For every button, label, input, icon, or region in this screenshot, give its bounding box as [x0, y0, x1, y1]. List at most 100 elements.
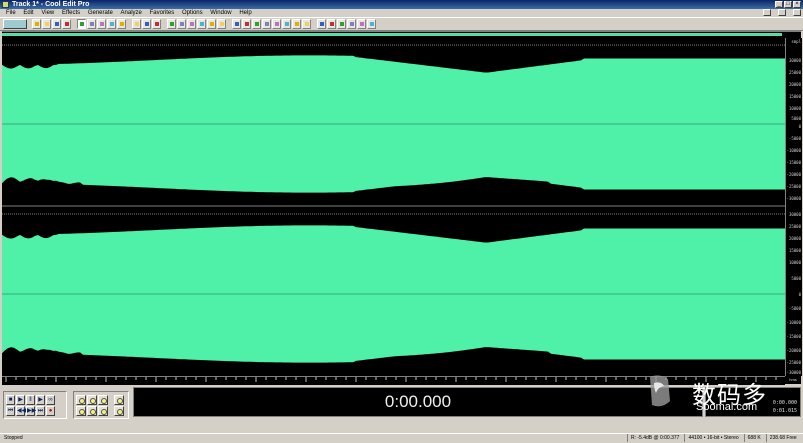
menu-effects[interactable]: Effects	[62, 10, 80, 16]
pitch-button[interactable]	[292, 19, 301, 29]
menu-window[interactable]: Window	[210, 10, 231, 16]
doc-close-button[interactable]	[793, 9, 801, 16]
tone-button[interactable]	[302, 19, 311, 29]
fast-forward-button[interactable]: ▶▶	[26, 406, 36, 416]
zoom-full-button[interactable]	[98, 395, 108, 405]
open-button[interactable]	[42, 19, 51, 29]
select-button[interactable]	[167, 19, 176, 29]
cut-button[interactable]	[77, 19, 86, 29]
paste-button[interactable]	[97, 19, 106, 29]
app-icon	[2, 1, 9, 8]
mix-paste-icon	[120, 22, 124, 26]
ruler-label: 15000	[788, 94, 801, 99]
eq-button[interactable]	[252, 19, 261, 29]
cue-button[interactable]	[327, 19, 336, 29]
magnifier-icon	[90, 398, 96, 404]
mix-paste-button[interactable]	[117, 19, 126, 29]
window-title: Track 1* - Cool Edit Pro	[12, 1, 90, 8]
ruler-label: 30000	[788, 212, 801, 217]
loop-button[interactable]: ∞	[46, 395, 55, 405]
doc-restore-button[interactable]	[778, 9, 786, 16]
trim-button[interactable]	[177, 19, 186, 29]
status-cursor-level: R: -5.4dB @ 0:00.377	[627, 434, 682, 442]
ruler-label: -10000	[786, 148, 801, 153]
envelope-button[interactable]	[217, 19, 226, 29]
stop-button[interactable]: ■	[6, 395, 15, 405]
waveform-display[interactable]	[2, 38, 785, 376]
cd-button[interactable]	[317, 19, 326, 29]
ruler-label: 15000	[788, 248, 801, 253]
save-button[interactable]	[52, 19, 61, 29]
help-button[interactable]	[367, 19, 376, 29]
watermark-logo: 数码多 Soomal.com	[640, 371, 800, 417]
markers-button[interactable]	[337, 19, 346, 29]
ruler-label: 10000	[788, 260, 801, 265]
ruler-label: 10000	[788, 106, 801, 111]
menu-edit[interactable]: Edit	[23, 10, 33, 16]
magnifier-icon	[117, 409, 123, 415]
zoom-controls	[73, 391, 129, 419]
reverb-button[interactable]	[272, 19, 281, 29]
noise-button[interactable]	[242, 19, 251, 29]
ruler-label: 20000	[788, 82, 801, 87]
document-window-controls	[757, 9, 801, 16]
trim-icon	[180, 22, 184, 26]
maximize-button[interactable]: □	[784, 1, 792, 8]
menu-favorites[interactable]: Favorites	[150, 10, 175, 16]
delay-button[interactable]	[262, 19, 271, 29]
silence-button[interactable]	[187, 19, 196, 29]
zoom-left-button[interactable]	[87, 406, 97, 416]
multitrack-toggle-button[interactable]	[3, 19, 27, 29]
go-end-button[interactable]: ⏭	[36, 406, 45, 416]
zoom-selection-button[interactable]	[76, 406, 86, 416]
rewind-button[interactable]: ◀◀	[16, 406, 26, 416]
window-controls: _ □ ×	[775, 1, 801, 8]
amplify-button[interactable]	[207, 19, 216, 29]
overview-scroll-bar[interactable]	[2, 31, 801, 38]
menu-options[interactable]: Options	[182, 10, 203, 16]
copy-button[interactable]	[87, 19, 96, 29]
paste-new-button[interactable]	[107, 19, 116, 29]
zoom-out-horizontal-button[interactable]	[87, 395, 97, 405]
title-bar: Track 1* - Cool Edit Pro _ □ ×	[0, 0, 803, 9]
main-toolbar	[0, 17, 803, 31]
zoom-out-vertical-button[interactable]	[114, 406, 124, 416]
menu-analyze[interactable]: Analyze	[121, 10, 142, 16]
close-button[interactable]: ×	[793, 1, 801, 8]
select-icon	[170, 22, 174, 26]
menu-view[interactable]: View	[41, 10, 54, 16]
ruler-label: 0	[798, 292, 801, 297]
stretch-icon	[285, 22, 289, 26]
normalize-icon	[200, 22, 204, 26]
delay-icon	[265, 22, 269, 26]
reverse-button[interactable]	[232, 19, 241, 29]
repeat-button[interactable]	[152, 19, 161, 29]
doc-minimize-button[interactable]	[763, 9, 771, 16]
ruler-label: 0	[798, 124, 801, 129]
menu-help[interactable]: Help	[239, 10, 251, 16]
overview-range[interactable]	[2, 33, 782, 36]
go-start-button[interactable]: ⏮	[6, 406, 15, 416]
stretch-button[interactable]	[282, 19, 291, 29]
magnifier-icon	[117, 398, 123, 404]
zoom-in-vertical-button[interactable]	[114, 395, 124, 405]
normalize-button[interactable]	[197, 19, 206, 29]
minimize-button[interactable]: _	[775, 1, 783, 8]
playback-status: Stopped	[4, 435, 23, 441]
undo-button[interactable]	[132, 19, 141, 29]
redo-button[interactable]	[142, 19, 151, 29]
pause-button[interactable]: ‖	[26, 395, 35, 405]
new-button[interactable]	[32, 19, 41, 29]
eq-icon	[255, 22, 259, 26]
zoom-right-button[interactable]	[98, 406, 108, 416]
settings-button[interactable]	[357, 19, 366, 29]
menu-generate[interactable]: Generate	[88, 10, 113, 16]
play-button[interactable]: ▶	[16, 395, 25, 405]
menu-file[interactable]: File	[6, 10, 16, 16]
close-button[interactable]	[62, 19, 71, 29]
info-button[interactable]	[347, 19, 356, 29]
zoom-in-horizontal-button[interactable]	[76, 395, 86, 405]
record-button[interactable]: ●	[46, 406, 55, 416]
play-to-end-button[interactable]: ▶	[36, 395, 45, 405]
waveform-canvas[interactable]	[2, 38, 785, 376]
